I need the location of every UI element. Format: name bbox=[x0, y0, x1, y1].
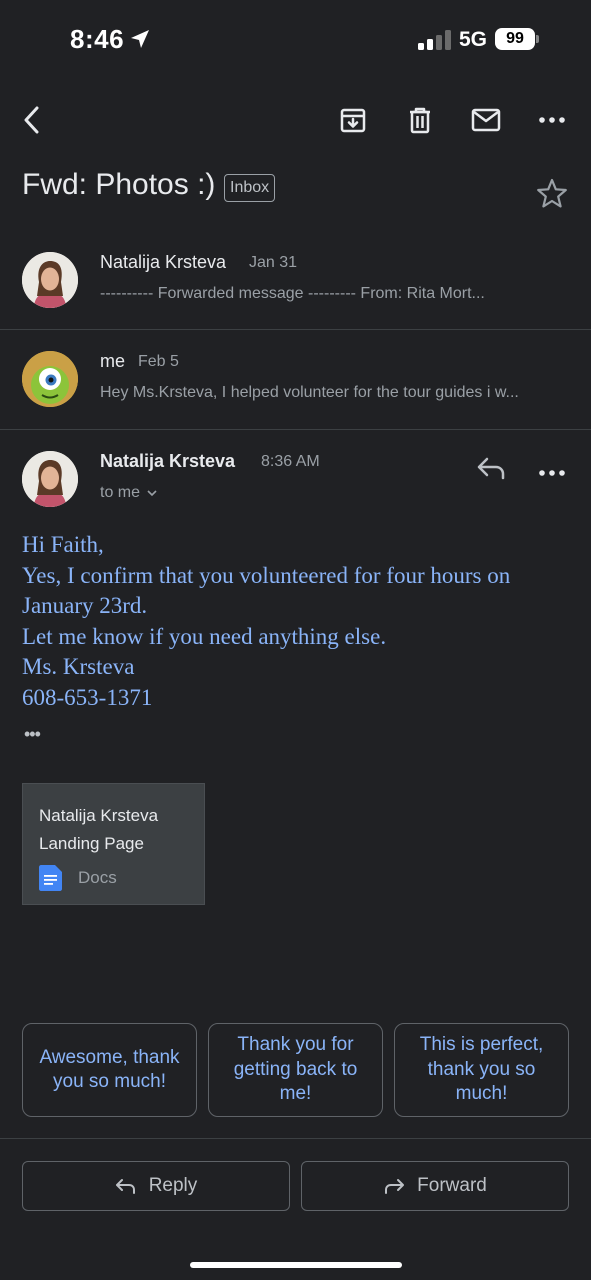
message-more-icon[interactable] bbox=[539, 464, 565, 476]
body-line: Ms. Krsteva bbox=[22, 654, 135, 679]
sender-name: Natalija Krsteva bbox=[100, 252, 227, 272]
avatar bbox=[22, 351, 78, 407]
open-message-sender: Natalija Krsteva bbox=[100, 451, 236, 471]
archive-icon[interactable] bbox=[333, 100, 373, 140]
forward-button[interactable]: Forward bbox=[301, 1161, 569, 1211]
message-date: Feb 5 bbox=[138, 353, 179, 370]
battery-level: 99 bbox=[495, 28, 535, 50]
body-line: January 23rd. bbox=[22, 593, 148, 618]
thread-message[interactable]: me Feb 5 Hey Ms.Krsteva, I helped volunt… bbox=[0, 330, 591, 428]
reply-icon[interactable] bbox=[474, 452, 510, 484]
message-body: Hi Faith, Yes, I confirm that you volunt… bbox=[22, 530, 572, 713]
message-date: Jan 31 bbox=[249, 254, 298, 271]
show-trimmed-content-button[interactable]: ••• bbox=[24, 724, 41, 745]
star-icon[interactable] bbox=[534, 176, 570, 212]
body-line: Let me know if you need anything else. bbox=[22, 623, 387, 649]
message-snippet: Hey Ms.Krsteva, I helped volunteer for t… bbox=[100, 384, 519, 401]
sender-avatar bbox=[22, 451, 78, 507]
battery-icon: 99 bbox=[495, 28, 539, 50]
divider bbox=[0, 1138, 591, 1139]
divider bbox=[0, 429, 591, 430]
email-subject: Fwd: Photos :) bbox=[22, 168, 216, 201]
delete-icon[interactable] bbox=[400, 100, 440, 140]
reply-arrow-icon bbox=[115, 1179, 135, 1194]
inbox-label[interactable]: Inbox bbox=[224, 174, 276, 202]
more-options-icon[interactable] bbox=[532, 100, 572, 140]
network-type: 5G bbox=[459, 28, 488, 51]
location-arrow-icon bbox=[131, 30, 149, 48]
recipient-label: to me bbox=[100, 484, 141, 501]
attachment-type: Docs bbox=[78, 868, 117, 887]
chevron-down-icon bbox=[147, 490, 157, 497]
message-snippet: ---------- Forwarded message --------- F… bbox=[100, 285, 485, 302]
attachment-title: Natalija Krsteva Landing Page bbox=[39, 806, 159, 853]
smart-reply-chip[interactable]: Awesome, thank you so much! bbox=[22, 1023, 197, 1117]
body-line: 608-653-1371 bbox=[22, 684, 153, 710]
mark-unread-icon[interactable] bbox=[466, 100, 506, 140]
body-line: Hi Faith, bbox=[22, 532, 104, 557]
back-icon[interactable] bbox=[12, 100, 52, 140]
forward-label: Forward bbox=[417, 1175, 487, 1196]
cellular-signal-icon bbox=[418, 30, 451, 50]
reply-button[interactable]: Reply bbox=[22, 1161, 290, 1211]
recipient-dropdown[interactable]: to me bbox=[100, 484, 158, 502]
reply-label: Reply bbox=[148, 1175, 198, 1196]
forward-arrow-icon bbox=[385, 1179, 405, 1194]
docs-attachment-card[interactable]: Natalija Krsteva Landing Page Docs bbox=[22, 783, 205, 905]
open-message-time: 8:36 AM bbox=[261, 453, 320, 470]
smart-reply-chip[interactable]: Thank you for getting back to me! bbox=[208, 1023, 383, 1117]
smart-reply-chip[interactable]: This is perfect, thank you so much! bbox=[394, 1023, 569, 1117]
home-indicator[interactable] bbox=[190, 1262, 402, 1268]
sender-name: me bbox=[100, 351, 126, 371]
google-docs-icon bbox=[39, 865, 62, 891]
avatar bbox=[22, 252, 78, 308]
body-line: Yes, I confirm that you volunteered for … bbox=[22, 562, 511, 588]
status-time: 8:46 bbox=[70, 24, 125, 54]
thread-message[interactable]: Natalija Krsteva Jan 31 ---------- Forwa… bbox=[0, 232, 591, 328]
